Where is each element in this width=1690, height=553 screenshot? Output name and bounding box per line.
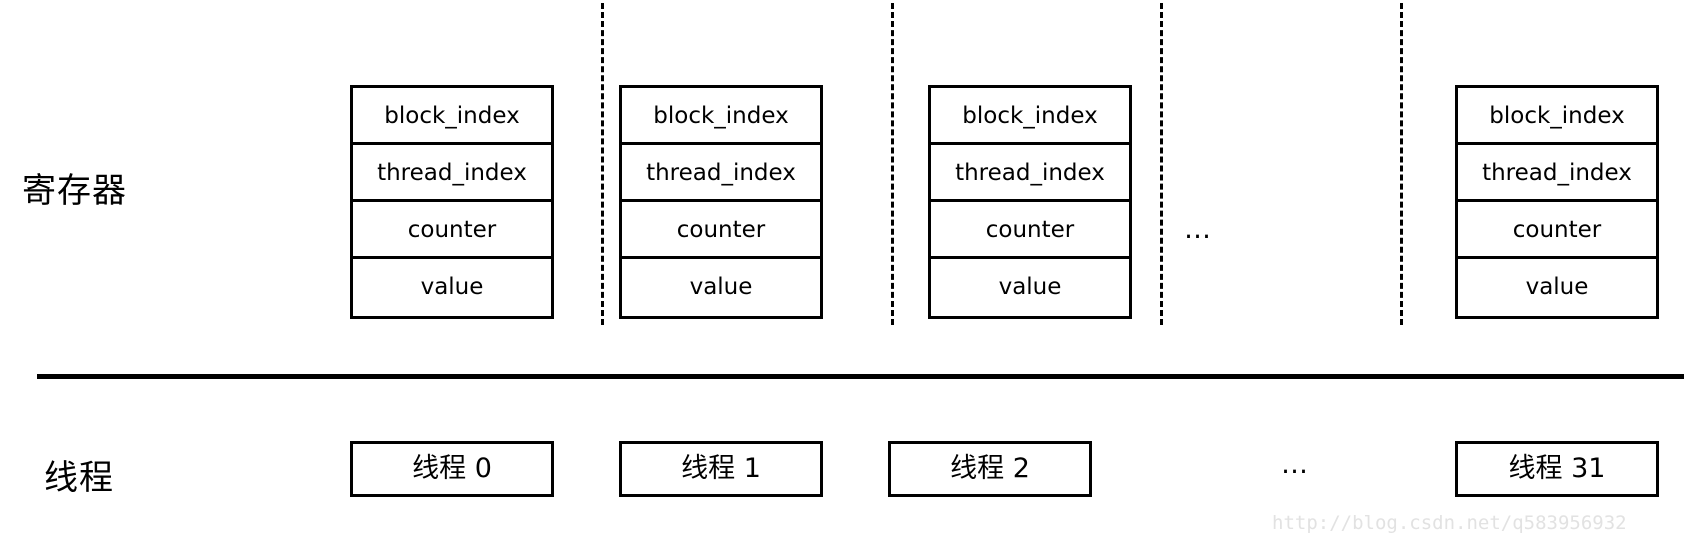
register-cell-thread-index: thread_index bbox=[622, 145, 820, 202]
register-cell-value: value bbox=[689, 274, 753, 300]
register-cell-value: value bbox=[1525, 274, 1589, 300]
register-cell-block-index: block_index bbox=[353, 88, 551, 145]
register-cell-thread-index: thread_index bbox=[931, 145, 1129, 202]
thread-box-31: 线程 31 bbox=[1455, 441, 1659, 497]
register-cell-block-index: block_index bbox=[931, 88, 1129, 145]
register-column-0: block_index thread_index counter value bbox=[350, 85, 554, 319]
section-divider bbox=[37, 374, 1684, 379]
dashed-separator-2 bbox=[891, 3, 894, 325]
thread-box-1: 线程 1 bbox=[619, 441, 823, 497]
register-cell-counter: counter bbox=[1458, 202, 1656, 259]
register-cell-counter: counter bbox=[622, 202, 820, 259]
register-cell-counter: counter bbox=[931, 202, 1129, 259]
register-cell-value: value bbox=[420, 274, 484, 300]
register-column-2: block_index thread_index counter value bbox=[928, 85, 1132, 319]
watermark-text: http://blog.csdn.net/q583956932 bbox=[1272, 512, 1627, 534]
row-label-registers: 寄存器 bbox=[22, 171, 127, 211]
diagram-canvas: 寄存器 线程 block_index thread_index counter … bbox=[0, 0, 1690, 553]
thread-box-0: 线程 0 bbox=[350, 441, 554, 497]
register-cell-block-index: block_index bbox=[622, 88, 820, 145]
dashed-separator-3 bbox=[1160, 3, 1163, 325]
register-cell-value: value bbox=[998, 274, 1062, 300]
register-column-1: block_index thread_index counter value bbox=[619, 85, 823, 319]
register-cell-thread-index: thread_index bbox=[1458, 145, 1656, 202]
register-cell-block-index: block_index bbox=[1458, 88, 1656, 145]
row-label-threads: 线程 bbox=[44, 458, 114, 498]
register-row-ellipsis: … bbox=[1184, 214, 1213, 245]
register-column-3: block_index thread_index counter value bbox=[1455, 85, 1659, 319]
dashed-separator-4 bbox=[1400, 3, 1403, 325]
register-cell-thread-index: thread_index bbox=[353, 145, 551, 202]
dashed-separator-1 bbox=[601, 3, 604, 325]
thread-box-2: 线程 2 bbox=[888, 441, 1092, 497]
register-cell-counter: counter bbox=[353, 202, 551, 259]
thread-row-ellipsis: … bbox=[1281, 449, 1310, 480]
